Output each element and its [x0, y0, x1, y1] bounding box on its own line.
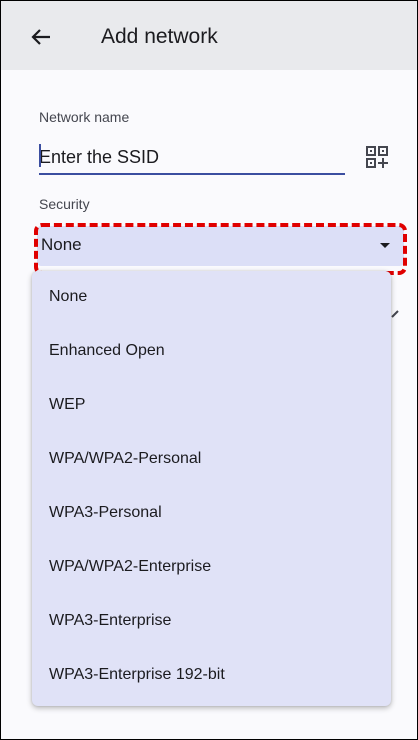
security-option-wep[interactable]: WEP: [32, 379, 391, 433]
security-dropdown[interactable]: None: [37, 226, 404, 266]
menu-item-label: WPA3-Personal: [49, 504, 162, 521]
security-selected-value: None: [41, 235, 82, 254]
security-option-wpa3-enterprise[interactable]: WPA3-Enterprise: [32, 595, 391, 649]
dropdown-arrow-icon: [380, 243, 390, 248]
security-options-menu: None Enhanced Open WEP WPA/WPA2-Personal…: [32, 271, 391, 706]
security-option-wpa-wpa2-personal[interactable]: WPA/WPA2-Personal: [32, 433, 391, 487]
network-name-label: Network name: [39, 109, 130, 125]
security-option-wpa3-enterprise-192[interactable]: WPA3-Enterprise 192-bit: [32, 649, 391, 703]
screen: Add network Network name Security None N…: [0, 0, 418, 740]
menu-item-label: WPA3-Enterprise: [49, 612, 172, 629]
menu-item-label: Enhanced Open: [49, 342, 165, 359]
security-option-enhanced-open[interactable]: Enhanced Open: [32, 325, 391, 379]
menu-item-label: WPA3-Enterprise 192-bit: [49, 666, 225, 683]
security-label: Security: [39, 196, 90, 212]
security-option-wpa3-personal[interactable]: WPA3-Personal: [32, 487, 391, 541]
page-title: Add network: [101, 25, 218, 48]
security-option-wpa-wpa2-enterprise[interactable]: WPA/WPA2-Enterprise: [32, 541, 391, 595]
ssid-input[interactable]: [39, 141, 345, 175]
scan-qr-button[interactable]: [364, 144, 390, 170]
arrow-left-icon: [31, 29, 50, 45]
qr-code-scan-icon: [366, 146, 388, 168]
app-bar: Add network: [1, 1, 417, 70]
menu-item-label: WEP: [49, 396, 86, 413]
menu-item-label: WPA/WPA2-Enterprise: [49, 558, 212, 575]
back-button[interactable]: [27, 23, 55, 51]
menu-item-label: None: [49, 288, 88, 305]
text-cursor: [39, 144, 41, 167]
menu-item-label: WPA/WPA2-Personal: [49, 450, 202, 467]
security-option-none[interactable]: None: [32, 271, 391, 325]
